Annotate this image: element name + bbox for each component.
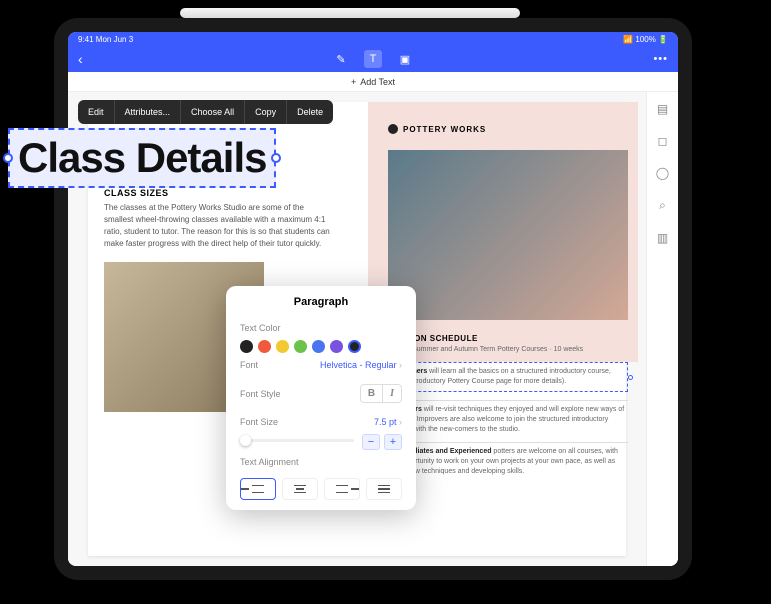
tool-mode-group: ✎ T ▣ <box>332 50 414 68</box>
level-intermediates: Intermediates and Experienced potters ar… <box>388 442 628 480</box>
status-right: 📶 100% 🔋 <box>623 35 668 44</box>
menu-choose-all[interactable]: Choose All <box>181 100 245 124</box>
context-menu: Edit Attributes... Choose All Copy Delet… <box>78 100 333 124</box>
color-swatches <box>240 340 402 353</box>
bookmark-icon[interactable]: ◻ <box>658 134 668 148</box>
color-swatch[interactable] <box>258 340 271 353</box>
paragraph-panel: Paragraph Text Color Font Helvetica - Re… <box>226 286 416 510</box>
highlighter-icon[interactable]: ✎ <box>332 50 350 68</box>
back-button[interactable]: ‹ <box>78 51 83 67</box>
italic-button[interactable]: I <box>383 385 401 402</box>
color-swatch[interactable] <box>348 340 361 353</box>
image-tool-icon[interactable]: ▣ <box>396 50 414 68</box>
color-swatch[interactable] <box>312 340 325 353</box>
status-time: 9:41 Mon Jun 3 <box>78 35 133 44</box>
brand-logo: POTTERY WORKS <box>388 124 486 134</box>
selection-handle[interactable] <box>628 375 633 380</box>
alignment-group <box>240 478 402 500</box>
panel-title: Paragraph <box>240 296 402 308</box>
bold-italic-group: B I <box>360 384 402 403</box>
color-swatch[interactable] <box>294 340 307 353</box>
menu-edit[interactable]: Edit <box>78 100 115 124</box>
right-sidebar: ▤ ◻ ◯ ⌕ ▥ <box>646 92 678 566</box>
alignment-label: Text Alignment <box>240 457 299 467</box>
level-beginners-selected[interactable]: Beginners will learn all the basics on a… <box>388 362 628 392</box>
menu-copy[interactable]: Copy <box>245 100 287 124</box>
apple-pencil <box>180 8 520 18</box>
session-subtitle: Spring, Summer and Autumn Term Pottery C… <box>388 346 583 353</box>
align-right-button[interactable] <box>324 478 360 500</box>
color-swatch[interactable] <box>276 340 289 353</box>
photo-holding-mug <box>388 150 628 320</box>
font-style-label: Font Style <box>240 389 281 399</box>
menu-attributes[interactable]: Attributes... <box>115 100 182 124</box>
font-size-label: Font Size <box>240 417 278 427</box>
search-icon[interactable]: ⌕ <box>659 198 666 213</box>
menu-delete[interactable]: Delete <box>287 100 333 124</box>
increase-button[interactable]: + <box>384 434 402 450</box>
font-label: Font <box>240 360 258 370</box>
class-sizes-body: The classes at the Pottery Works Studio … <box>104 202 334 250</box>
color-swatch[interactable] <box>330 340 343 353</box>
class-sizes-heading: CLASS SIZES <box>104 188 169 198</box>
status-bar: 9:41 Mon Jun 3 📶 100% 🔋 <box>68 32 678 46</box>
text-color-row: Text Color <box>240 316 402 340</box>
align-center-button[interactable] <box>282 478 318 500</box>
decrease-button[interactable]: − <box>362 434 380 450</box>
align-left-button[interactable] <box>240 478 276 500</box>
top-toolbar: ‹ ✎ T ▣ ••• <box>68 46 678 72</box>
add-text-button[interactable]: Add Text <box>68 72 678 92</box>
selected-text-content[interactable]: Class Details <box>18 134 266 181</box>
font-value[interactable]: Helvetica - Regular <box>320 360 402 370</box>
reader-icon[interactable]: ▥ <box>657 231 668 245</box>
selected-text-box[interactable]: Class Details <box>8 128 276 188</box>
bold-button[interactable]: B <box>361 385 383 402</box>
resize-handle-left[interactable] <box>3 153 13 163</box>
thumbnails-icon[interactable]: ▤ <box>657 102 668 116</box>
level-improvers: Improvers will re-visit techniques they … <box>388 400 628 438</box>
font-size-value[interactable]: 7.5 pt <box>374 417 402 427</box>
more-button[interactable]: ••• <box>653 53 668 65</box>
font-size-slider[interactable] <box>240 439 354 442</box>
align-justify-button[interactable] <box>366 478 402 500</box>
color-swatch[interactable] <box>240 340 253 353</box>
text-tool-icon[interactable]: T <box>364 50 382 68</box>
comment-icon[interactable]: ◯ <box>656 166 669 180</box>
